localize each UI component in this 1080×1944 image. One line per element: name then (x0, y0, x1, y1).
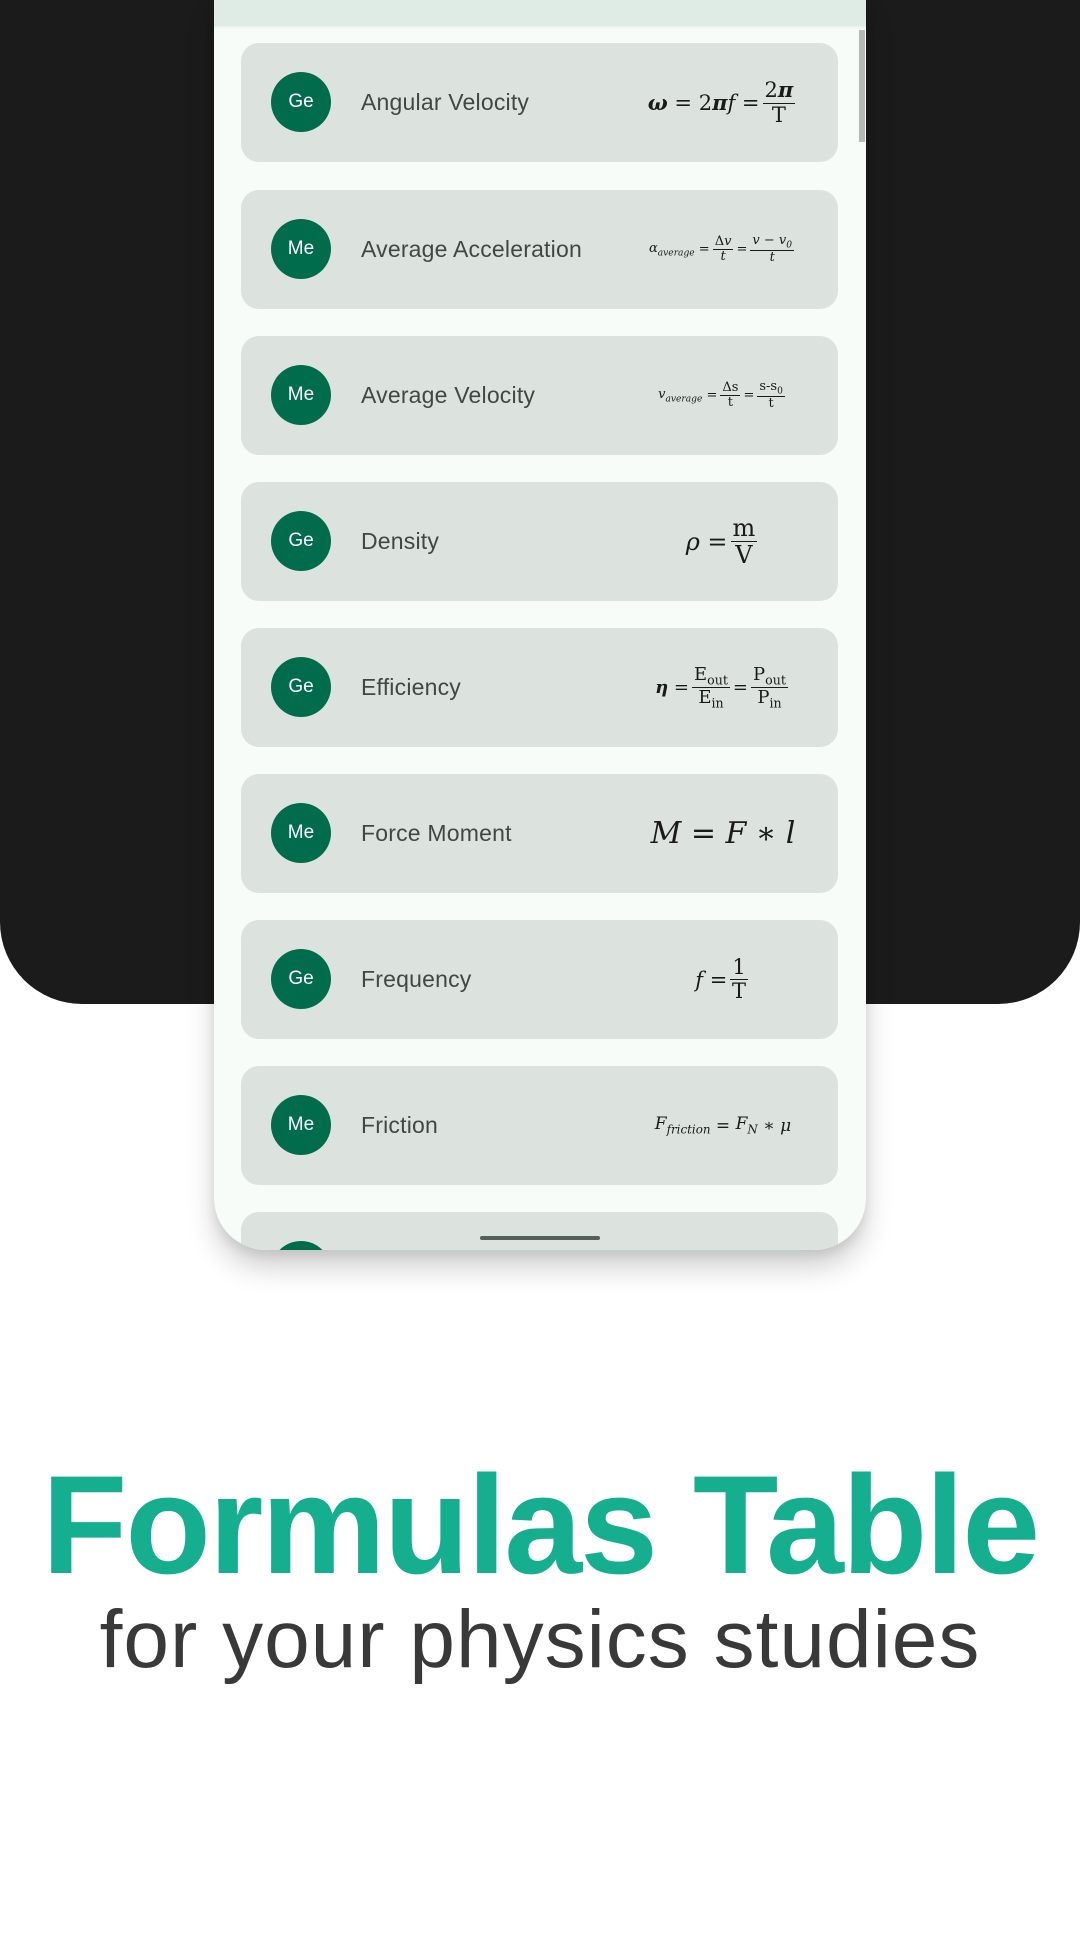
formula-name: Friction (361, 1112, 439, 1138)
formula-expression: η = Eout Ein = Pout Pin (655, 663, 788, 711)
home-indicator[interactable] (480, 1236, 600, 1240)
category-avatar: Me (271, 365, 331, 425)
formula-name: Angular Velocity (361, 89, 530, 115)
scrollbar[interactable] (859, 30, 865, 142)
formula-name: Efficiency (361, 674, 462, 700)
formula-expression: Ffriction = FN ∗ μ (654, 1114, 792, 1137)
category-avatar: Ge (271, 949, 331, 1009)
formula-card-partial[interactable] (241, 1212, 838, 1250)
formula-name: Average Acceleration (361, 236, 582, 262)
formula-card-average-acceleration[interactable]: Me Average Acceleration αaverage = Δv t = … (241, 190, 838, 309)
formula-card-density[interactable]: Ge Density ρ = mV (241, 482, 838, 601)
app-top-bar (214, 0, 866, 26)
formula-expression: αaverage = Δv t = v − v0 t (648, 232, 795, 266)
promo-subline: for your physics studies (99, 1594, 981, 1685)
category-avatar: Me (271, 219, 331, 279)
phone-screen: Ge Angular Velocity ω = 2πf = 2π T Me Ave… (214, 0, 866, 1250)
formula-card-frequency[interactable]: Ge Frequency f = 1T (241, 920, 838, 1039)
category-avatar: Ge (271, 72, 331, 132)
category-avatar (271, 1241, 331, 1250)
formula-expression: vaverage = Δs t = s-s0 t (658, 378, 785, 412)
promo-headline: Formulas Table (41, 1446, 1040, 1603)
formula-name: Force Moment (361, 820, 512, 846)
formula-name: Density (361, 528, 440, 554)
formula-name: Average Velocity (361, 382, 536, 408)
formula-expression: ω = 2πf = 2π T (647, 77, 796, 127)
category-avatar: Ge (271, 511, 331, 571)
formula-card-force-moment[interactable]: Me Force Moment M = F ∗ l (241, 774, 838, 893)
formula-expression: ρ = mV (685, 513, 758, 569)
category-avatar: Ge (271, 657, 331, 717)
formula-card-average-velocity[interactable]: Me Average Velocity vaverage = Δs t = s-s0… (241, 336, 838, 455)
category-avatar: Me (271, 803, 331, 863)
formula-name: Frequency (361, 966, 472, 992)
formula-expression: f = 1T (695, 954, 748, 1003)
formula-card-angular-velocity[interactable]: Ge Angular Velocity ω = 2πf = 2π T (241, 43, 838, 162)
formula-card-friction[interactable]: Me Friction Ffriction = FN ∗ μ (241, 1066, 838, 1185)
formula-expression: M = F ∗ l (650, 816, 796, 851)
category-avatar: Me (271, 1095, 331, 1155)
formula-card-efficiency[interactable]: Ge Efficiency η = Eout Ein = Pout Pin (241, 628, 838, 747)
